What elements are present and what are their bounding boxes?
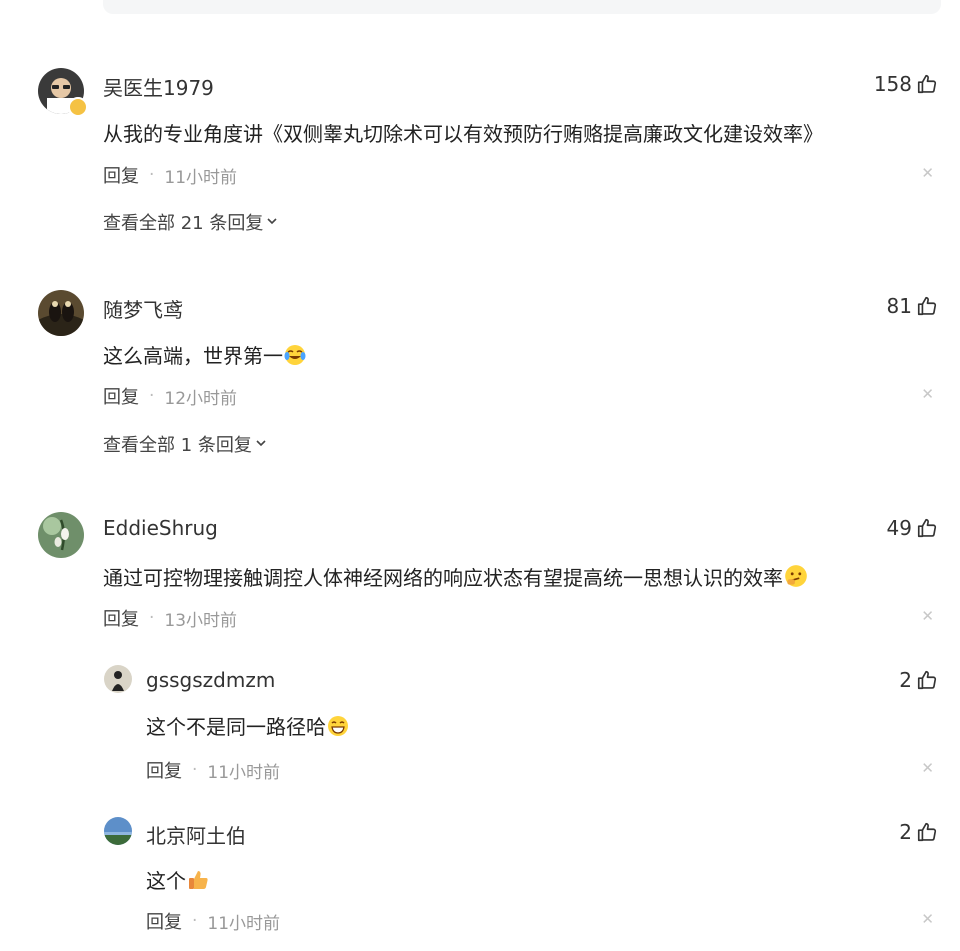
like-count: 81 [886, 294, 912, 318]
thumbs-up-icon [916, 821, 938, 843]
expand-replies-button[interactable]: 查看全部 21 条回复 [103, 209, 279, 235]
comment-text-content: 通过可控物理接触调控人体神经网络的响应状态有望提高统一思想认识的效率 [103, 566, 783, 590]
grinning-emoji-icon [326, 714, 350, 743]
thinking-emoji-icon [783, 563, 809, 594]
close-icon[interactable]: ✕ [921, 607, 934, 625]
close-icon[interactable]: ✕ [921, 385, 934, 403]
separator-dot: · [149, 608, 155, 628]
separator-dot: · [149, 386, 155, 406]
avatar[interactable] [38, 290, 84, 336]
reply-text: 这个 [146, 865, 210, 897]
comment-text: 通过可控物理接触调控人体神经网络的响应状态有望提高统一思想认识的效率 [103, 562, 809, 594]
thumbs-up-icon [916, 73, 938, 95]
like-button[interactable]: 49 [887, 516, 938, 540]
comment-meta: 回复 · 11小时前 [103, 162, 237, 188]
reply-button[interactable]: 回复 [146, 757, 182, 783]
comment-time: 12小时前 [164, 388, 238, 409]
comment-time: 13小时前 [164, 610, 238, 631]
comment-meta: 回复 · 12小时前 [103, 383, 237, 409]
expand-replies-label: 查看全部 21 条回复 [103, 213, 264, 234]
commenter-name[interactable]: 随梦飞鸢 [103, 294, 183, 323]
avatar[interactable] [38, 512, 84, 558]
close-icon[interactable]: ✕ [921, 759, 934, 777]
reply-text-content: 这个 [146, 869, 186, 893]
reply-meta: 回复 · 11小时前 [146, 757, 280, 783]
close-icon[interactable]: ✕ [921, 910, 934, 928]
thumbs-up-icon [916, 669, 938, 691]
thumbs-up-emoji-icon [186, 868, 210, 897]
thumbs-up-icon [916, 517, 938, 539]
thumbs-up-icon [916, 295, 938, 317]
comment-text: 从我的专业角度讲《双侧睾丸切除术可以有效预防行贿赂提高廉政文化建设效率》 [103, 122, 823, 146]
comment-text-content: 这么高端，世界第一 [103, 344, 283, 368]
separator-dot: · [192, 911, 198, 931]
like-count: 158 [873, 72, 912, 96]
avatar[interactable] [104, 665, 132, 693]
like-button[interactable]: 81 [887, 294, 938, 318]
reply-meta: 回复 · 11小时前 [146, 908, 280, 934]
reply-button[interactable]: 回复 [103, 162, 139, 188]
reply-button[interactable]: 回复 [103, 605, 139, 631]
expand-replies-button[interactable]: 查看全部 1 条回复 [103, 431, 268, 457]
commenter-name[interactable]: 吴医生1979 [103, 72, 214, 101]
reply-button[interactable]: 回复 [103, 383, 139, 409]
comment-time: 11小时前 [164, 167, 238, 188]
expand-replies-label: 查看全部 1 条回复 [103, 435, 252, 456]
like-button[interactable]: 2 [899, 820, 938, 844]
reply-time: 11小时前 [207, 913, 281, 934]
reply-text-content: 这个不是同一路径哈 [146, 715, 326, 739]
verified-badge [68, 97, 88, 117]
laughing-crying-emoji-icon [283, 343, 307, 372]
reply-time: 11小时前 [207, 762, 281, 783]
reply-button[interactable]: 回复 [146, 908, 182, 934]
comment-meta: 回复 · 13小时前 [103, 605, 237, 631]
like-button[interactable]: 158 [874, 72, 938, 96]
commenter-name[interactable]: EddieShrug [103, 516, 218, 540]
like-count: 2 [899, 668, 912, 692]
like-count: 49 [886, 516, 912, 540]
close-icon[interactable]: ✕ [921, 164, 934, 182]
like-button[interactable]: 2 [899, 668, 938, 692]
avatar[interactable] [104, 817, 132, 845]
like-count: 2 [899, 820, 912, 844]
replier-name[interactable]: 北京阿土伯 [146, 820, 246, 849]
top-bar [103, 0, 941, 14]
replier-name[interactable]: gssgszdmzm [146, 668, 275, 692]
separator-dot: · [149, 165, 155, 185]
comment-text: 这么高端，世界第一 [103, 340, 307, 372]
chevron-down-icon [265, 212, 279, 233]
reply-text: 这个不是同一路径哈 [146, 711, 350, 743]
separator-dot: · [192, 760, 198, 780]
chevron-down-icon [254, 434, 268, 455]
